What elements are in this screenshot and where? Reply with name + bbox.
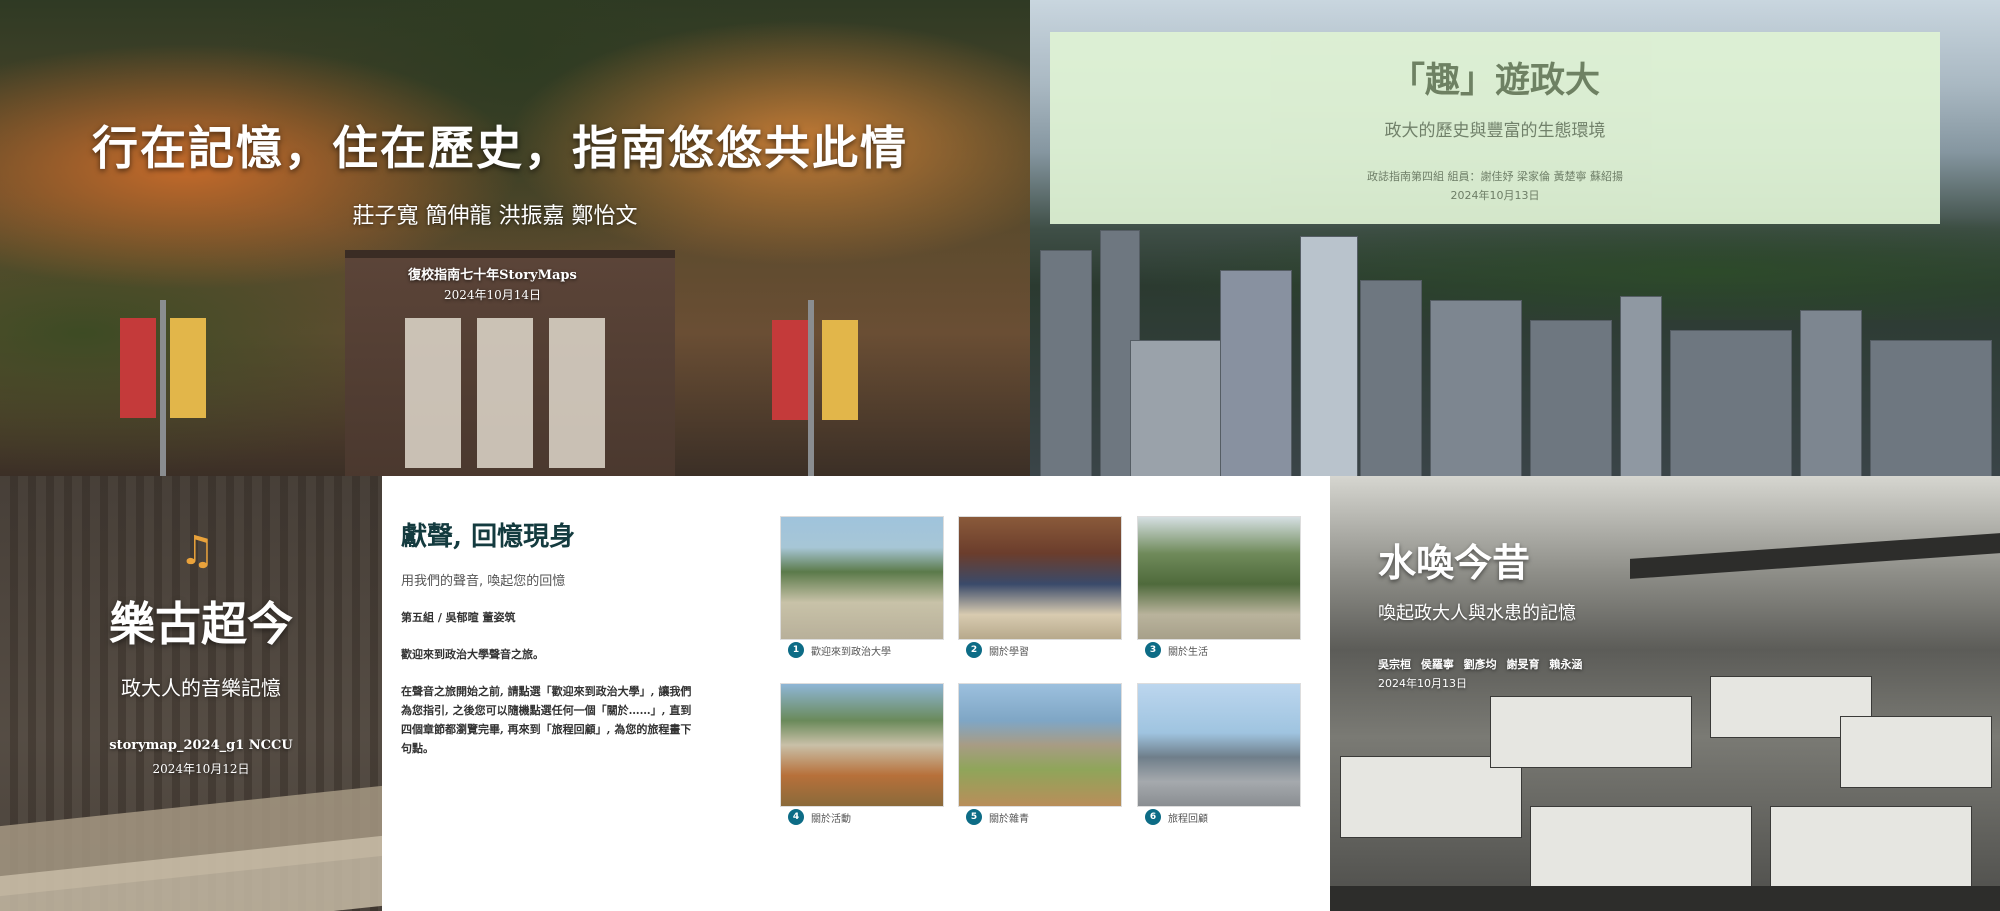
chapter-label: 旅程回顧: [1168, 813, 1208, 825]
story-byline: storymap_2024_g1 NCCU: [109, 738, 293, 753]
story-date: 2024年10月13日: [1378, 677, 1467, 690]
story-card-1[interactable]: 行在記憶，住在歷史，指南悠悠共此情 莊子寬 簡伸龍 洪振嘉 鄭怡文 復校指南七十…: [0, 0, 1030, 476]
story-card-5[interactable]: 水喚今昔 喚起政大人與水患的記憶 吳宗桓 侯羅寧 劉彥均 謝旻育 賴永涵 202…: [1330, 476, 2000, 911]
chapter-thumbnail-1[interactable]: [780, 516, 944, 640]
chapter-link-4[interactable]: 4 關於活動: [788, 809, 851, 825]
chapter-link-1[interactable]: 1 歡迎來到政治大學: [788, 642, 891, 658]
story-authors: 莊子寬 簡伸龍 洪振嘉 鄭怡文: [352, 204, 638, 229]
building: [1670, 330, 1792, 476]
story-date: 2024年10月13日: [1450, 189, 1540, 202]
chapter-link-3[interactable]: 3 關於生活: [1145, 642, 1208, 658]
chapter-thumbnail-3[interactable]: [1137, 516, 1301, 640]
chapter-number: 6: [1145, 809, 1161, 825]
bridge: [1630, 533, 2000, 579]
chapter-number: 1: [788, 642, 804, 658]
building: [1530, 806, 1752, 888]
chapter-thumbnail-2[interactable]: [958, 516, 1122, 640]
chapter-label: 歡迎來到政治大學: [811, 646, 891, 658]
building: [1040, 250, 1092, 476]
building: [1800, 310, 1862, 476]
gate-window: [405, 318, 461, 468]
story-title[interactable]: 水喚今昔: [1378, 532, 1530, 587]
classroom-photo: [959, 517, 1121, 639]
gate-window: [549, 318, 605, 468]
building: [1530, 320, 1612, 476]
banner-flag: [120, 318, 156, 418]
building: [1870, 340, 1992, 476]
street-bus-photo: [1138, 517, 1300, 639]
story-subtitle: 政大人的音樂記憶: [121, 676, 281, 700]
chapter-link-5[interactable]: 5 關於雜青: [966, 809, 1029, 825]
lamp-pole: [160, 300, 166, 476]
chapter-number: 3: [1145, 642, 1161, 658]
lamp-pole: [808, 300, 814, 476]
music-notes-icon: ♫: [179, 528, 215, 574]
story-subtitle: 用我們的聲音, 喚起您的回憶: [401, 574, 566, 589]
building: [1490, 696, 1692, 768]
sports-field-photo: [781, 684, 943, 806]
campus-gate-building: [345, 250, 675, 476]
intro-paragraph: 在聲音之旅開始之前, 請點選「歡迎來到政治大學」, 讓我們為您指引, 之後您可以…: [401, 685, 692, 755]
story-title[interactable]: 獻聲, 回憶現身: [401, 516, 575, 553]
building: [1770, 806, 1972, 888]
campus-gate-photo: [781, 517, 943, 639]
chapter-label: 關於活動: [811, 813, 851, 825]
story-title[interactable]: 樂古超今: [0, 588, 382, 654]
chapter-number: 2: [966, 642, 982, 658]
chapter-label: 關於雜青: [989, 813, 1029, 825]
building: [1430, 300, 1522, 476]
chapter-label: 關於生活: [1168, 646, 1208, 658]
chapter-link-2[interactable]: 2 關於學習: [966, 642, 1029, 658]
story-title[interactable]: 「趣」遊政大: [1050, 52, 1940, 103]
story-subtitle: 喚起政大人與水患的記憶: [1378, 603, 1576, 624]
gate-window: [477, 318, 533, 468]
story-subtitle: 復校指南七十年StoryMaps: [408, 268, 577, 283]
story-date: 2024年10月12日: [152, 762, 250, 776]
story-authors: 吳宗桓 侯羅寧 劉彥均 謝旻育 賴永涵: [1378, 658, 1583, 671]
story-card-4[interactable]: 獻聲, 回憶現身 用我們的聲音, 喚起您的回憶 第五組 / 吳郁暄 董姿筑 歡迎…: [382, 476, 1330, 911]
chapter-link-6[interactable]: 6 旅程回顧: [1145, 809, 1208, 825]
chapter-number: 4: [788, 809, 804, 825]
chapter-thumbnail-6[interactable]: [1137, 683, 1301, 807]
story-title-card[interactable]: 「趣」遊政大 政大的歷史與豐富的生態環境 政誌指南第四組 組員：謝佳妤 梁家倫 …: [1050, 32, 1940, 224]
building: [1620, 296, 1662, 476]
track-field-photo: [959, 684, 1121, 806]
building: [1220, 270, 1292, 476]
chapter-thumbnail-5[interactable]: [958, 683, 1122, 807]
welcome-text: 歡迎來到政治大學聲音之旅。: [401, 648, 544, 661]
chapter-thumbnail-4[interactable]: [780, 683, 944, 807]
ground: [1330, 886, 2000, 911]
chapter-label: 關於學習: [989, 646, 1029, 658]
story-date: 2024年10月14日: [443, 288, 542, 302]
building: [1360, 280, 1422, 476]
story-byline: 政誌指南第四組 組員：謝佳妤 梁家倫 黃楚寧 蘇紹揚: [1367, 170, 1623, 183]
banner-flag: [772, 320, 808, 420]
building: [1300, 236, 1358, 476]
story-title[interactable]: 行在記憶，住在歷史，指南悠悠共此情: [0, 112, 1000, 178]
story-subtitle: 政大的歷史與豐富的生態環境: [1384, 121, 1606, 141]
bus-stop-photo: [1138, 684, 1300, 806]
banner-flag: [822, 320, 858, 420]
story-card-3[interactable]: ♫ 樂古超今 政大人的音樂記憶 storymap_2024_g1 NCCU 20…: [0, 476, 382, 911]
building: [1840, 716, 1992, 788]
chapter-number: 5: [966, 809, 982, 825]
story-group: 第五組 / 吳郁暄 董姿筑: [401, 611, 516, 624]
banner-flag: [170, 318, 206, 418]
building: [1340, 756, 1522, 838]
